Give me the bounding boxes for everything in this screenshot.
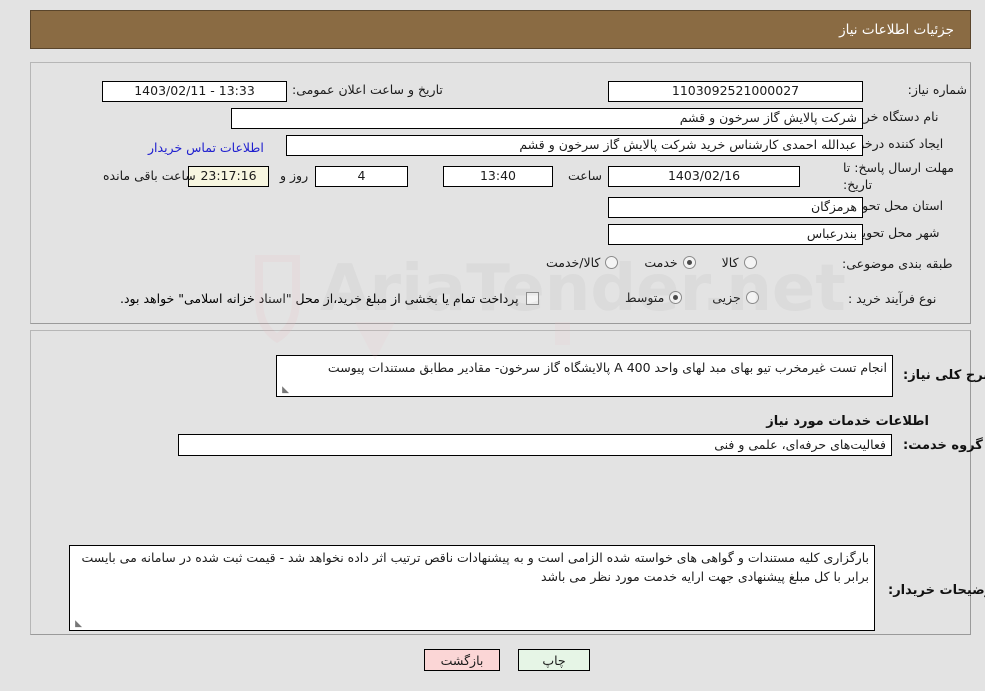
remaining-clock-label: ساعت باقی مانده — [103, 168, 196, 183]
buyer-notes-label: توضیحات خریدار: — [888, 583, 985, 598]
buyer-notes-value: بارگزاری کلیه مستندات و گواهی های خواسته… — [81, 550, 869, 584]
page-header: جزئیات اطلاعات نیاز — [30, 10, 971, 49]
print-button[interactable]: چاپ — [518, 649, 590, 671]
deadline-time-value: 13:40 — [443, 166, 553, 187]
radio-circle-icon[interactable] — [745, 291, 759, 304]
services-section-title: اطلاعات خدمات مورد نیاز — [766, 414, 929, 429]
treasury-note-label: پرداخت تمام یا بخشی از مبلغ خرید،از محل … — [120, 291, 519, 306]
deadline-time-label: ساعت — [568, 168, 603, 183]
category-radio-khedmat[interactable]: خدمت — [644, 255, 696, 270]
service-group-label: گروه خدمت: — [903, 438, 983, 453]
resize-grip-icon[interactable]: ◣ — [72, 619, 82, 629]
remaining-days-value: 4 — [315, 166, 408, 187]
remaining-days-label: روز و — [280, 168, 309, 183]
category-label: طبقه بندی موضوعی: — [842, 256, 953, 271]
radio-circle-icon[interactable] — [669, 291, 683, 304]
service-group-value-box[interactable]: فعالیت‌های حرفه‌ای، علمی و فنی — [178, 434, 892, 456]
radio-circle-icon[interactable] — [605, 256, 619, 269]
announce-datetime-label: تاریخ و ساعت اعلان عمومی: — [292, 82, 443, 97]
general-desc-textarea[interactable]: انجام تست غیرمخرب تیو بهای مبد لهای واحد… — [276, 355, 893, 397]
process-type-radio-motevaset[interactable]: متوسط — [625, 290, 683, 305]
need-number-value: 1103092521000027 — [608, 81, 863, 102]
service-group-value: فعالیت‌های حرفه‌ای، علمی و فنی — [714, 436, 886, 452]
category-radio-kala[interactable]: کالا — [722, 255, 757, 270]
buyer-notes-textarea[interactable]: بارگزاری کلیه مستندات و گواهی های خواسته… — [69, 545, 875, 631]
requester-value: عبدالله احمدی کارشناس خرید شرکت پالایش گ… — [286, 135, 863, 156]
buyer-org-value: شرکت پالایش گاز سرخون و قشم — [231, 108, 863, 129]
process-type-label: نوع فرآیند خرید : — [848, 291, 937, 306]
category-option-label: خدمت — [644, 255, 678, 270]
treasury-checkbox[interactable] — [525, 292, 539, 305]
page-title: جزئیات اطلاعات نیاز — [839, 21, 954, 38]
category-radio-kala-khedmat[interactable]: کالا/خدمت — [546, 255, 619, 270]
radio-circle-icon[interactable] — [743, 256, 757, 269]
general-desc-value: انجام تست غیرمخرب تیو بهای مبد لهای واحد… — [327, 360, 887, 375]
radio-circle-icon[interactable] — [682, 256, 696, 269]
back-button[interactable]: بازگشت — [424, 649, 500, 671]
category-option-label: کالا/خدمت — [546, 255, 601, 270]
process-type-option-label: جزیی — [712, 290, 741, 305]
buyer-contact-link[interactable]: اطلاعات تماس خریدار — [148, 140, 264, 155]
general-desc-label: شرح کلی نیاز: — [903, 368, 985, 383]
category-option-label: کالا — [721, 255, 739, 270]
process-type-option-label: متوسط — [625, 290, 665, 305]
province-value: هرمزگان — [608, 197, 863, 218]
need-number-label: شماره نیاز: — [907, 82, 967, 97]
deadline-label: مهلت ارسال پاسخ: تا تاریخ: — [843, 160, 954, 192]
resize-grip-icon[interactable]: ◣ — [279, 385, 289, 395]
deadline-date-value: 1403/02/16 — [608, 166, 800, 187]
city-value: بندرعباس — [608, 224, 863, 245]
announce-datetime-value: 13:33 - 1403/02/11 — [102, 81, 287, 102]
process-type-radio-jozi[interactable]: جزیی — [712, 290, 759, 305]
